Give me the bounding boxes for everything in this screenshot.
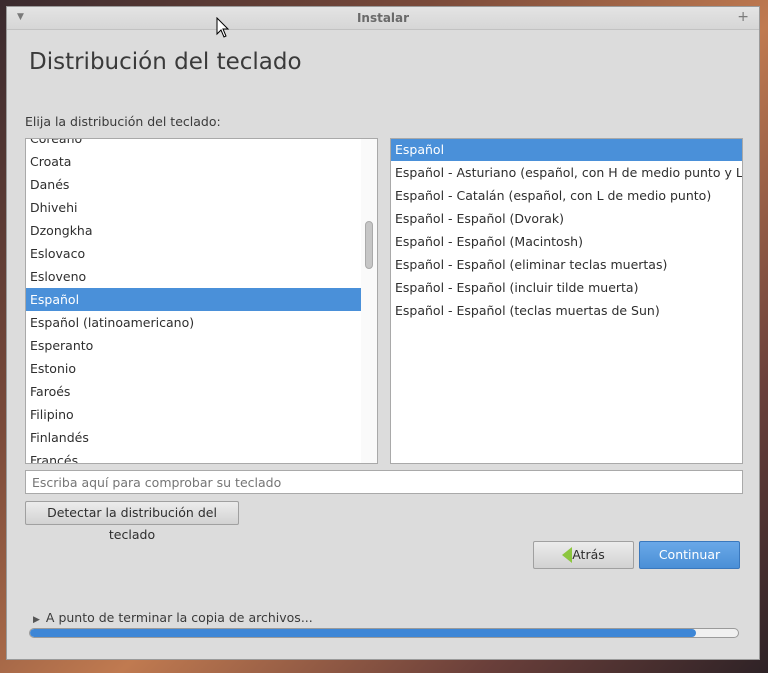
language-list-item[interactable]: Faroés	[26, 380, 361, 403]
language-list-item[interactable]: Esloveno	[26, 265, 361, 288]
back-button-label: Atrás	[572, 547, 605, 562]
language-list-item[interactable]: Esperanto	[26, 334, 361, 357]
back-arrow-icon	[562, 546, 573, 563]
back-button[interactable]: Atrás	[533, 541, 634, 569]
language-list[interactable]: Coreano Croata Danés Dhivehi Dzongkha Eslovac…	[25, 138, 378, 464]
language-list-item[interactable]: Español (latinoamericano)	[26, 311, 361, 334]
language-list-item[interactable]: Estonio	[26, 357, 361, 380]
copy-progress-bar	[29, 628, 739, 638]
language-list-item[interactable]: Filipino	[26, 403, 361, 426]
language-list-item[interactable]: Español	[26, 288, 361, 311]
language-list-item[interactable]: Francés	[26, 449, 361, 463]
page-title: Distribución del teclado	[29, 49, 302, 75]
title-bar: ▼ Instalar +	[7, 7, 759, 30]
language-list-item[interactable]: Dzongkha	[26, 219, 361, 242]
language-list-item[interactable]: Croata	[26, 150, 361, 173]
scrollbar-thumb[interactable]	[365, 221, 373, 269]
progress-expander[interactable]: ▶ A punto de terminar la copia de archivo…	[33, 610, 313, 625]
variant-list-item[interactable]: Español - Español (incluir tilde muerta)	[391, 276, 742, 299]
expander-arrow-icon: ▶	[33, 615, 40, 625]
variant-list-item[interactable]: Español - Español (eliminar teclas muert…	[391, 253, 742, 276]
language-list-scrollbar[interactable]	[361, 139, 377, 463]
language-list-item[interactable]: Danés	[26, 173, 361, 196]
progress-fill	[30, 629, 696, 637]
language-list-items: Coreano Croata Danés Dhivehi Dzongkha Eslovac…	[26, 139, 361, 463]
language-list-item[interactable]: Dhivehi	[26, 196, 361, 219]
language-list-item[interactable]: Coreano	[26, 139, 361, 150]
installer-window: ▼ Instalar + Distribución del teclado El…	[6, 6, 760, 660]
continue-button[interactable]: Continuar	[639, 541, 740, 569]
variant-list-item[interactable]: Español - Español (teclas muertas de Sun…	[391, 299, 742, 322]
keyboard-test-input[interactable]	[25, 470, 743, 494]
layout-prompt-label: Elija la distribución del teclado:	[25, 114, 221, 129]
language-list-item[interactable]: Finlandés	[26, 426, 361, 449]
detect-layout-button[interactable]: Detectar la distribución del teclado	[25, 501, 239, 542]
mouse-cursor-icon	[216, 17, 230, 38]
language-list-item[interactable]: Eslovaco	[26, 242, 361, 265]
variant-list-item[interactable]: Español - Catalán (español, con L de med…	[391, 184, 742, 207]
variant-list[interactable]: Español Español - Asturiano (español, con…	[390, 138, 743, 464]
progress-status-text: A punto de terminar la copia de archivos…	[45, 610, 313, 625]
variant-list-item[interactable]: Español	[391, 139, 742, 161]
variant-list-item[interactable]: Español - Español (Dvorak)	[391, 207, 742, 230]
maximize-icon[interactable]: +	[737, 9, 749, 25]
variant-list-items: Español Español - Asturiano (español, con…	[391, 139, 742, 322]
variant-list-item[interactable]: Español - Asturiano (español, con H de m…	[391, 161, 742, 184]
variant-list-item[interactable]: Español - Español (Macintosh)	[391, 230, 742, 253]
window-title: Instalar	[356, 11, 410, 25]
